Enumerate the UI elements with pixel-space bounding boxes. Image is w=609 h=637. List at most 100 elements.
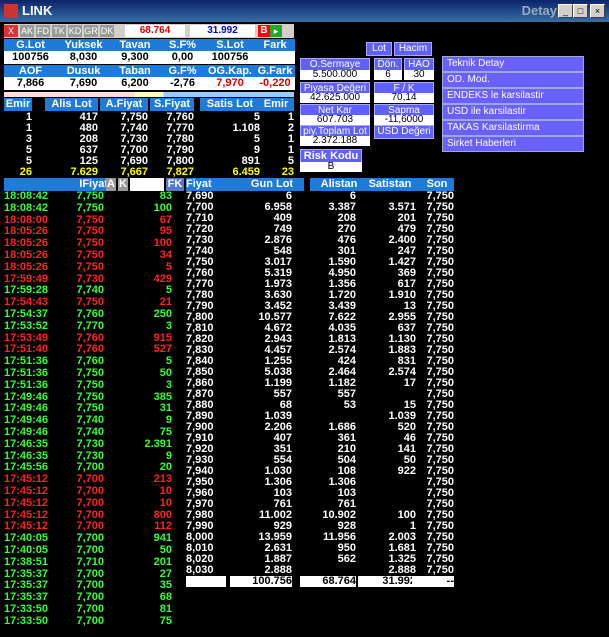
- volume-header-3[interactable]: Satistan: [360, 178, 420, 191]
- trade-time: 17:38:51: [4, 555, 49, 568]
- volume-header-1[interactable]: Gun Lot: [240, 178, 304, 191]
- trade-lot: 5: [165, 260, 172, 273]
- o-sermaye-value: 5.500.000: [300, 70, 370, 80]
- trade-price: 7,760: [76, 343, 104, 356]
- trade-lot: 68: [159, 591, 172, 604]
- trade-price: 7,700: [76, 603, 104, 615]
- trade-time: 17:45:12: [4, 520, 49, 533]
- trade-price: 7,770: [76, 319, 104, 332]
- usd-button[interactable]: USD Değeri: [374, 125, 434, 139]
- volume-cell: [358, 488, 416, 499]
- piyasa-value: 42.625.000: [300, 93, 370, 103]
- trade-lot: 213: [153, 473, 172, 486]
- trade-lot: 5: [165, 355, 172, 368]
- toolbar-button-4[interactable]: KD: [68, 25, 82, 37]
- trade-price: 7,750: [76, 190, 104, 202]
- depth-header-0: Emir: [4, 98, 32, 111]
- trade-price: 7,700: [76, 520, 104, 533]
- toolbar-button-1[interactable]: AK: [20, 25, 34, 37]
- trade-lot: 50: [159, 367, 172, 379]
- trade-lot: 2.391: [144, 437, 172, 450]
- volume-total-cell: 68.764: [300, 576, 356, 587]
- lot-button[interactable]: Lot: [366, 42, 392, 56]
- trade-lot: 915: [153, 331, 172, 344]
- trade-time: 17:51:36: [4, 355, 49, 368]
- trade-lot: 250: [153, 308, 172, 320]
- trade-time: 17:59:28: [4, 284, 49, 297]
- main-window: LINK Detay _ □ × X AK FD TK KD GR DK 68.764 31…: [0, 0, 609, 637]
- trade-price: 7,740: [76, 284, 104, 297]
- toolbar-button-3[interactable]: TK: [52, 25, 66, 37]
- trade-time: 18:05:26: [4, 225, 49, 238]
- summ-val2-2: 6,200: [110, 77, 160, 90]
- trade-price: 7,760: [76, 355, 104, 368]
- trade-lot: 83: [159, 190, 172, 202]
- toolbar-button-6[interactable]: DK: [100, 25, 114, 37]
- trade-price: 7,700: [76, 614, 104, 627]
- app-icon: [4, 4, 18, 18]
- trade-time: 17:40:05: [4, 544, 49, 556]
- trade-price: 7,760: [76, 308, 104, 320]
- depth-header-1: Alis Lot: [45, 98, 98, 111]
- maximize-icon[interactable]: □: [573, 4, 588, 18]
- trade-time: 17:45:56: [4, 461, 49, 474]
- depth-header-2: A.Fiyat: [100, 98, 148, 111]
- trade-time: 17:35:37: [4, 591, 49, 604]
- trade-lot: 527: [153, 343, 172, 356]
- close-icon[interactable]: ×: [590, 4, 605, 18]
- trade-time: 17:49:46: [4, 414, 49, 427]
- menu-item-1[interactable]: OD. Mod.: [442, 72, 584, 88]
- toolbar-button-5[interactable]: GR: [84, 25, 98, 37]
- trade-time: 18:08:00: [4, 213, 49, 226]
- trade-lot: 50: [159, 544, 172, 556]
- summ-val2-5: -0,220: [255, 77, 295, 90]
- summ-val-4: 100756: [205, 51, 255, 64]
- trades-filter-input[interactable]: [130, 178, 164, 191]
- detail-popup: Lot Hacim O.Sermaye 5.500.000 Dön. 6 HAO…: [296, 37, 440, 173]
- trade-time: 17:51:36: [4, 367, 49, 379]
- menu-item-4[interactable]: TAKAS Karsilastirma: [442, 120, 584, 136]
- depth-header-5: Emir: [258, 98, 294, 111]
- volume-cell: 8,030: [186, 564, 214, 576]
- trade-price: 7,750: [76, 378, 104, 391]
- menu-item-3[interactable]: USD ile karsilastir: [442, 104, 584, 120]
- trade-price: 7,700: [76, 532, 104, 545]
- menu-item-0[interactable]: Teknik Detay: [442, 56, 584, 72]
- title-bar[interactable]: LINK Detay _ □ ×: [0, 0, 609, 22]
- trade-time: 18:08:42: [4, 190, 49, 202]
- trades-header-k[interactable]: K: [118, 178, 128, 191]
- menu-item-2[interactable]: ENDEKS le karsilastir: [442, 88, 584, 104]
- trade-lot: 31: [159, 402, 172, 415]
- arrow-right-icon[interactable]: ▸: [270, 25, 282, 37]
- trade-price: 7,700: [76, 579, 104, 592]
- trade-lot: 75: [159, 426, 172, 438]
- volume-cell: [358, 477, 416, 488]
- trade-lot: 100: [153, 237, 172, 250]
- trades-header-a[interactable]: A: [106, 178, 116, 191]
- risk-kodu-value: B: [300, 162, 362, 172]
- trade-lot: 81: [159, 603, 172, 615]
- trade-price: 7,750: [76, 260, 104, 273]
- volume-cell: 17: [403, 377, 416, 389]
- trade-price: 7,750: [76, 367, 104, 379]
- toolbar-button-0[interactable]: X: [4, 25, 18, 37]
- window-right-title: Detay: [521, 3, 557, 18]
- trade-price: 7,750: [76, 402, 104, 415]
- trade-lot: 9: [165, 414, 172, 427]
- volume-total-cell: 31.992: [358, 576, 416, 587]
- depth-total-cell: 7,667: [120, 166, 148, 178]
- trade-lot: 20: [159, 461, 172, 474]
- volume-cell: 922: [397, 465, 416, 477]
- toolbar-button-2[interactable]: FD: [36, 25, 50, 37]
- trade-time: 18:05:26: [4, 249, 49, 261]
- depth-total-cell: 23: [281, 166, 294, 178]
- trade-price: 7,740: [76, 426, 104, 438]
- menu-item-5[interactable]: Sirket Haberleri: [442, 136, 584, 152]
- hacim-button[interactable]: Hacim: [394, 42, 432, 56]
- trade-time: 18:08:42: [4, 201, 49, 214]
- minimize-icon[interactable]: _: [558, 4, 573, 18]
- b-button[interactable]: B: [258, 25, 270, 37]
- volume-cell: 100: [397, 509, 416, 521]
- summ-val-5: [255, 51, 295, 64]
- trade-price: 7,700: [76, 496, 104, 509]
